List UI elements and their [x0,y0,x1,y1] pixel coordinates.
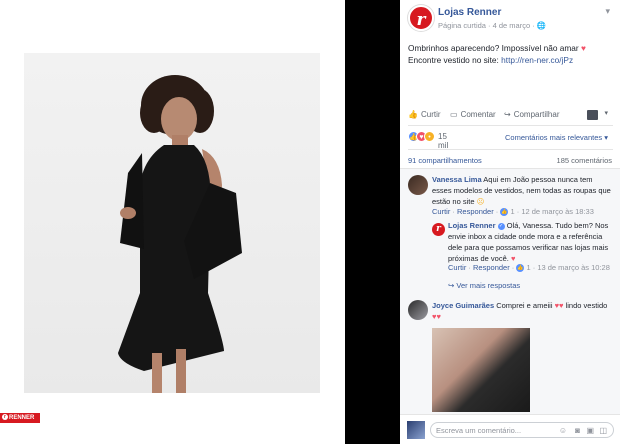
like-button[interactable]: 👍 Curtir [408,110,441,119]
emoji-icon[interactable]: ☺ [559,426,567,435]
model-in-black-dress-image [118,75,242,393]
comment-reply-link[interactable]: Responder [457,207,494,216]
reply-like-link[interactable]: Curtir [448,263,466,272]
comment-text: Joyce Guimarães Comprei e ameiii ♥♥ lind… [432,301,608,321]
reaction-count: 15 mil [438,132,449,150]
commenter-name[interactable]: Vanessa Lima [432,175,482,184]
comment-order-dropdown[interactable]: Comentários mais relevantes ▾ [505,133,608,142]
comments-list: Vanessa Lima Aqui em João pessoa nunca t… [400,169,620,414]
post-sidebar: r Lojas Renner Página curtida · 4 de mar… [400,0,620,444]
renner-watermark: r RENNER [0,413,40,423]
like-count-icon: 👍 [516,264,525,273]
comments-count[interactable]: 185 comentários [557,156,612,165]
heart-emoji-icon: ♥♥ [432,312,441,321]
sticker-icon[interactable]: ◫ [599,426,607,435]
post-options-chevron-icon[interactable]: ▾ [605,6,610,17]
share-icon: ↪ [504,110,511,119]
more-replies-link[interactable]: ↪ Ver mais respostas [448,281,520,290]
post-photo[interactable] [24,53,320,393]
page-avatar[interactable]: r [408,5,434,31]
globe-icon: 🌐 [536,21,547,30]
gif-icon[interactable]: ▣ [586,426,594,435]
post-photo-panel: r RENNER [0,0,345,444]
comment-actions: Curtir · Responder · 👍 1 · 12 de março à… [432,207,594,217]
reply-arrow-icon: ↪ [448,281,455,290]
comment-text: Vanessa Lima Aqui em João pessoa nunca t… [432,175,611,206]
divider [408,125,613,126]
comment-composer: Escreva um comentário... ☺ ◙ ▣ ◫ [400,414,620,444]
verified-badge-icon: ✓ [497,222,505,230]
comment-photo[interactable] [432,328,530,412]
page-reply-avatar[interactable]: r [432,223,445,236]
thumbs-up-icon: 👍 [408,110,418,119]
comment-like-link[interactable]: Curtir [432,207,450,216]
commenter-avatar[interactable] [408,300,428,320]
current-user-avatar [407,421,425,439]
reply-author-name[interactable]: Lojas Renner [448,221,496,230]
commenter-name[interactable]: Joyce Guimarães [432,301,494,310]
share-as-avatar[interactable] [587,110,598,120]
comment-input[interactable]: Escreva um comentário... ☺ ◙ ▣ ◫ [430,422,614,438]
like-count-icon: 👍 [500,208,509,217]
post-text: Ombrinhos aparecendo? Impossível não ama… [408,43,586,65]
comment-button[interactable]: ▭ Comentar [450,110,496,119]
divider [408,149,613,150]
camera-icon[interactable]: ◙ [575,426,580,435]
post-meta: Página curtida · 4 de março · 🌐 [438,21,547,30]
reply-reply-link[interactable]: Responder [473,263,510,272]
caret-down-icon: ▾ [604,133,608,142]
product-link[interactable]: http://ren-ner.co/jPz [501,55,573,65]
reply-text: Lojas Renner ✓ Olá, Vanessa. Tudo bem? N… [448,221,609,263]
reply-actions: Curtir · Responder · 👍 1 · 13 de março à… [448,263,610,273]
heart-emoji-icon: ♥ [580,43,586,53]
share-as-chevron-icon[interactable]: ▾ [604,109,608,117]
share-button[interactable]: ↪ Compartilhar [504,110,560,119]
wow-reaction-icon: • [424,131,435,142]
sad-emoji-icon: ☹ [476,197,485,206]
page-name-link[interactable]: Lojas Renner [438,7,501,18]
post-action-bar: 👍 Curtir ▭ Comentar ↪ Compartilhar ▾ [400,106,620,124]
shares-count-link[interactable]: 91 compartilhamentos [408,156,482,165]
comment-icon: ▭ [450,110,458,119]
commenter-avatar[interactable] [408,175,428,195]
heart-emoji-icon: ♥♥ [554,301,564,310]
